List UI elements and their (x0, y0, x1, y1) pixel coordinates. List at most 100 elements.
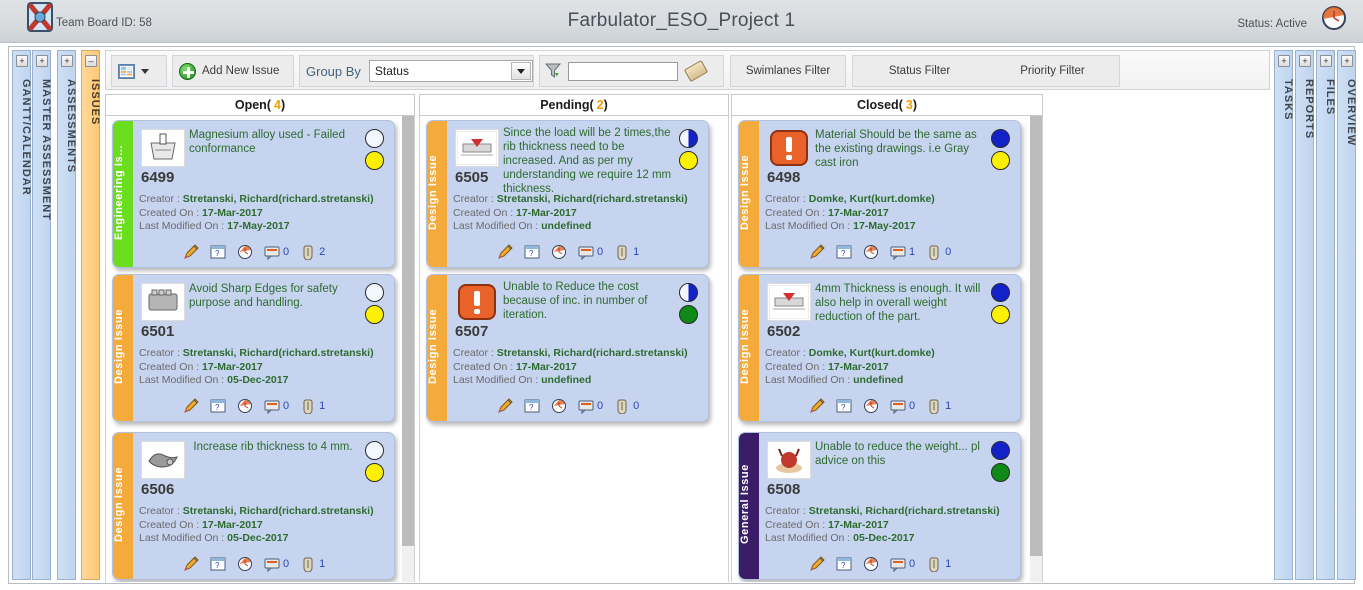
status-filter-button[interactable]: Status Filter (853, 55, 986, 87)
issue-card[interactable]: Engineering Is... 6499 Magnesium alloy u… (112, 120, 395, 268)
search-input[interactable] (568, 61, 678, 81)
history-clock-icon[interactable] (237, 398, 253, 414)
issue-card[interactable]: Design Issue 6501 Avoid Sharp Edges for … (112, 274, 395, 422)
attachment-clip-icon[interactable] (300, 398, 316, 414)
status-dot-top[interactable] (365, 283, 384, 302)
issue-thumbnail[interactable] (141, 441, 185, 479)
expand-icon[interactable]: + (16, 55, 28, 67)
edit-pencil-icon[interactable] (497, 398, 513, 414)
status-dot-top[interactable] (991, 441, 1010, 460)
expand-icon[interactable]: + (1299, 55, 1311, 67)
checklist-icon[interactable]: ? (210, 244, 226, 260)
attachment-clip-icon[interactable] (614, 244, 630, 260)
issue-card[interactable]: Design Issue 6506 Increase rib thickness… (112, 432, 395, 580)
history-clock-icon[interactable] (863, 398, 879, 414)
edit-pencil-icon[interactable] (183, 556, 199, 572)
column-header-closed[interactable]: Closed (3) (731, 94, 1043, 116)
issue-card[interactable]: General Issue 6508 Unable to reduce the … (738, 432, 1021, 580)
sidebar-item-issues[interactable]: – ISSUES (81, 50, 101, 580)
attachment-clip-icon[interactable] (614, 398, 630, 414)
issue-card[interactable]: Design Issue 6502 4mm Thickness is enoug… (738, 274, 1021, 422)
history-clock-icon[interactable] (863, 556, 879, 572)
checklist-icon[interactable]: ? (836, 556, 852, 572)
issue-thumbnail[interactable] (767, 283, 811, 321)
attachment-clip-icon[interactable] (300, 556, 316, 572)
sidebar-item-gantt-calendar[interactable]: + GANTT/CALENDAR (12, 50, 32, 580)
priority-dot-bottom[interactable] (679, 305, 698, 324)
scrollbar-thumb[interactable] (402, 116, 414, 546)
group-by-select[interactable]: Status (368, 60, 533, 82)
swimlanes-filter-button[interactable]: Swimlanes Filter (732, 55, 844, 87)
attachment-clip-icon[interactable] (926, 244, 942, 260)
expand-icon[interactable]: + (36, 55, 48, 67)
history-clock-icon[interactable] (237, 244, 253, 260)
edit-pencil-icon[interactable] (809, 398, 825, 414)
attachment-clip-icon[interactable] (926, 398, 942, 414)
edit-pencil-icon[interactable] (809, 556, 825, 572)
priority-dot-bottom[interactable] (365, 151, 384, 170)
scrollbar-thumb[interactable] (1030, 116, 1042, 556)
sidebar-item-files[interactable]: + FILES (1316, 50, 1336, 580)
sidebar-item-assessments[interactable]: + ASSESSMENTS (57, 50, 77, 580)
attachment-clip-icon[interactable] (300, 244, 316, 260)
sidebar-item-reports[interactable]: + REPORTS (1295, 50, 1315, 580)
layout-view-button[interactable] (112, 57, 161, 85)
edit-pencil-icon[interactable] (183, 398, 199, 414)
status-dot-top[interactable] (991, 283, 1010, 302)
issue-card[interactable]: Design Issue 6505 Since the load will be… (426, 120, 709, 268)
checklist-icon[interactable]: ? (210, 398, 226, 414)
priority-dot-bottom[interactable] (365, 463, 384, 482)
comment-icon[interactable] (890, 244, 906, 260)
checklist-icon[interactable]: ? (836, 244, 852, 260)
edit-pencil-icon[interactable] (497, 244, 513, 260)
issue-thumbnail[interactable] (141, 129, 185, 167)
sidebar-item-master-assessment[interactable]: + MASTER ASSESSMENT (32, 50, 52, 580)
column-scrollbar-open[interactable] (402, 116, 414, 582)
checklist-icon[interactable]: ? (524, 244, 540, 260)
priority-filter-button[interactable]: Priority Filter (986, 55, 1119, 87)
expand-icon[interactable]: + (61, 55, 73, 67)
history-clock-icon[interactable] (551, 244, 567, 260)
history-clock-icon[interactable] (863, 244, 879, 260)
comment-icon[interactable] (890, 398, 906, 414)
history-clock-icon[interactable] (551, 398, 567, 414)
comment-icon[interactable] (578, 244, 594, 260)
issue-thumbnail[interactable] (455, 129, 499, 167)
edit-pencil-icon[interactable] (183, 244, 199, 260)
issue-thumbnail[interactable] (455, 283, 499, 321)
comment-icon[interactable] (578, 398, 594, 414)
history-clock-icon[interactable] (237, 556, 253, 572)
issue-card[interactable]: Design Issue 6498 Material Should be the… (738, 120, 1021, 268)
status-dot-top[interactable] (365, 441, 384, 460)
status-dot-top[interactable] (365, 129, 384, 148)
column-scrollbar-closed[interactable] (1030, 116, 1042, 582)
comment-icon[interactable] (890, 556, 906, 572)
add-new-issue-button[interactable]: Add New Issue (173, 57, 285, 85)
issue-thumbnail[interactable] (767, 441, 811, 479)
sidebar-item-overview[interactable]: + OVERVIEW (1337, 50, 1357, 580)
sidebar-item-tasks[interactable]: + TASKS (1274, 50, 1294, 580)
comment-icon[interactable] (264, 556, 280, 572)
status-dot-top[interactable] (679, 283, 698, 302)
checklist-icon[interactable]: ? (210, 556, 226, 572)
issue-thumbnail[interactable] (141, 283, 185, 321)
status-dot-top[interactable] (991, 129, 1010, 148)
expand-icon[interactable]: + (1278, 55, 1290, 67)
issue-thumbnail[interactable] (767, 129, 811, 167)
checklist-icon[interactable]: ? (836, 398, 852, 414)
chevron-down-icon[interactable] (511, 62, 531, 80)
checklist-icon[interactable]: ? (524, 398, 540, 414)
priority-dot-bottom[interactable] (991, 151, 1010, 170)
column-header-open[interactable]: Open (4) (105, 94, 415, 116)
expand-icon[interactable]: + (1341, 55, 1353, 67)
status-dot-top[interactable] (679, 129, 698, 148)
column-header-pending[interactable]: Pending (2) (419, 94, 729, 116)
attachment-clip-icon[interactable] (926, 556, 942, 572)
priority-dot-bottom[interactable] (991, 305, 1010, 324)
priority-dot-bottom[interactable] (991, 463, 1010, 482)
eraser-icon[interactable] (683, 59, 709, 83)
funnel-icon[interactable] (544, 62, 562, 80)
priority-dot-bottom[interactable] (679, 151, 698, 170)
chevron-down-icon[interactable] (141, 68, 149, 74)
priority-dot-bottom[interactable] (365, 305, 384, 324)
